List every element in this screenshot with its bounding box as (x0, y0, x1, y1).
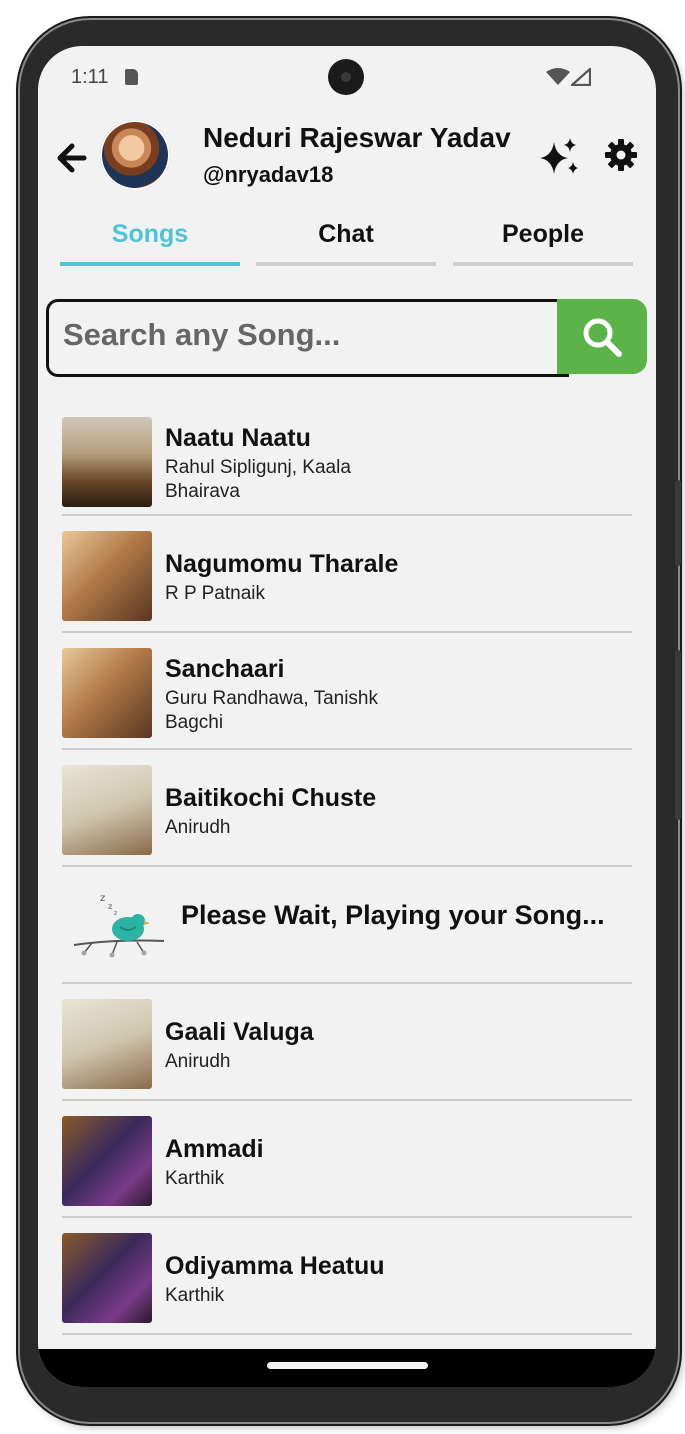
loading-message: Please Wait, Playing your Song... (181, 900, 605, 930)
album-art (62, 531, 152, 621)
song-artist: Anirudh (165, 1051, 231, 1072)
wifi-icon (546, 68, 570, 85)
album-art (62, 765, 152, 855)
search-button[interactable] (557, 299, 647, 374)
gear-icon[interactable] (604, 138, 638, 172)
status-time: 1:11 (71, 66, 109, 88)
song-title: Gaali Valuga (165, 1018, 314, 1046)
song-list: Naatu Naatu Rahul Sipligunj, Kaala Bhair… (62, 403, 632, 1335)
song-title: Baitikochi Chuste (165, 784, 377, 812)
album-art (62, 417, 152, 507)
front-camera (328, 59, 364, 95)
navigation-bar (38, 1349, 656, 1387)
song-item[interactable]: Naatu Naatu Rahul Sipligunj, Kaala Bhair… (62, 403, 632, 516)
tab-chat[interactable]: Chat (256, 206, 436, 266)
song-title: Naatu Naatu (165, 424, 311, 452)
avatar[interactable] (100, 120, 170, 190)
tab-label: People (502, 220, 584, 248)
home-indicator[interactable] (267, 1362, 428, 1369)
album-art (62, 1116, 152, 1206)
sparkle-icon[interactable] (536, 136, 582, 178)
svg-text:z: z (100, 893, 105, 904)
status-bar: 1:11 (38, 46, 656, 108)
svg-text:z: z (108, 902, 112, 911)
song-item[interactable]: Nagumomu Tharale R P Patnaik (62, 516, 632, 633)
song-artist: R P Patnaik (165, 583, 265, 604)
loading-row: z z z Please Wait, Playing your Song... (62, 867, 632, 984)
back-arrow-icon[interactable] (52, 140, 88, 176)
album-art (62, 999, 152, 1089)
sleeping-bird-icon: z z z (73, 893, 165, 958)
album-art (62, 1233, 152, 1323)
song-title: Odiyamma Heatuu (165, 1252, 385, 1280)
song-artist: Guru Randhawa, Tanishk Bagchi (165, 688, 378, 733)
tab-songs[interactable]: Songs (60, 206, 240, 266)
album-art (62, 648, 152, 738)
song-item[interactable]: Ammadi Karthik (62, 1101, 632, 1218)
song-item[interactable]: Baitikochi Chuste Anirudh (62, 750, 632, 867)
tab-indicator (256, 262, 436, 266)
tab-indicator (60, 262, 240, 266)
search-input[interactable]: Search any Song... (46, 299, 569, 377)
song-title: Sanchaari (165, 655, 285, 683)
svg-text:z: z (114, 910, 117, 917)
song-item[interactable]: Gaali Valuga Anirudh (62, 984, 632, 1101)
tab-indicator (453, 262, 633, 266)
sd-card-icon (125, 69, 138, 85)
user-handle: @nryadav18 (203, 162, 334, 187)
search-icon (583, 318, 622, 357)
song-title: Ammadi (165, 1135, 264, 1163)
signal-icon (571, 68, 591, 86)
user-name: Neduri Rajeswar Yadav (203, 122, 511, 153)
tab-label: Chat (318, 220, 374, 248)
song-item[interactable]: Odiyamma Heatuu Karthik (62, 1218, 632, 1335)
search-placeholder: Search any Song... (63, 317, 341, 352)
tab-people[interactable]: People (453, 206, 633, 266)
volume-button (675, 480, 681, 566)
tab-bar: Songs Chat People (60, 206, 634, 266)
tab-label: Songs (111, 220, 189, 248)
song-item[interactable]: Sanchaari Guru Randhawa, Tanishk Bagchi (62, 633, 632, 750)
app-screen: 1:11 Neduri Rajeswar Yadav @nryadav18 So… (38, 46, 656, 1387)
song-artist: Anirudh (165, 817, 231, 838)
song-artist: Karthik (165, 1285, 225, 1306)
song-artist: Karthik (165, 1168, 225, 1189)
power-button (675, 650, 681, 820)
song-title: Nagumomu Tharale (165, 550, 399, 578)
song-artist: Rahul Sipligunj, Kaala Bhairava (165, 457, 351, 502)
